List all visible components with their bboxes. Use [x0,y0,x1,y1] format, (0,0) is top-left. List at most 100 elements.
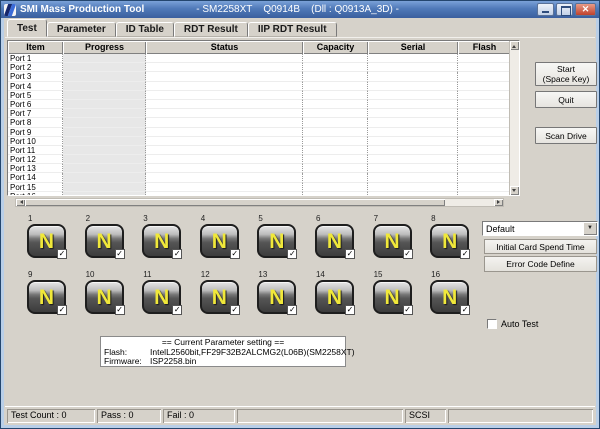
flash-cell [458,145,511,156]
device-slot-8: 8 N ✓ [421,214,479,266]
device-checkbox[interactable]: ✓ [229,249,240,259]
table-row[interactable]: Port 2 [8,63,519,73]
table-row[interactable]: Port 12 [8,155,519,165]
table-vertical-scrollbar[interactable] [509,41,519,195]
table-row[interactable]: Port 1 [8,54,519,64]
device-checkbox[interactable]: ✓ [460,249,471,259]
table-header-row: Item Progress Status Capacity Serial Flash [8,41,519,54]
column-header-progress[interactable]: Progress [63,41,146,54]
nand-device-icon[interactable]: N ✓ [84,224,125,259]
profile-dropdown[interactable]: Default ▼ [482,221,598,236]
flash-cell [458,191,511,195]
device-checkbox[interactable]: ✓ [229,305,240,315]
nand-device-icon[interactable]: N ✓ [314,280,355,315]
close-button[interactable]: ✕ [575,3,596,16]
device-checkbox[interactable]: ✓ [114,249,125,259]
device-checkbox[interactable]: ✓ [57,249,67,259]
nand-device-icon[interactable]: N ✓ [142,280,183,315]
chevron-down-icon[interactable]: ▼ [583,222,597,235]
device-slot-9: 9 N ✓ [18,270,76,322]
minimize-button[interactable] [537,3,554,16]
scroll-down-icon[interactable] [510,186,519,195]
nand-device-icon[interactable]: N ✓ [27,224,67,259]
progress-cell [63,136,146,146]
device-slot-1: 1 N ✓ [18,214,76,266]
status-fail: Fail : 0 [163,408,235,423]
device-checkbox[interactable]: ✓ [460,305,471,315]
nand-device-icon[interactable]: N ✓ [257,224,298,259]
table-row[interactable]: Port 8 [8,118,519,128]
column-header-item[interactable]: Item [8,41,63,54]
scroll-right-icon[interactable] [494,199,503,206]
item-cell: Port 12 [8,155,63,165]
nand-device-icon[interactable]: N ✓ [27,280,67,315]
tab-page-border [5,37,595,38]
scroll-left-icon[interactable] [16,199,25,206]
column-header-serial[interactable]: Serial [368,41,458,54]
table-row[interactable]: Port 11 [8,145,519,156]
device-slot-11: 11 N ✓ [133,270,191,322]
serial-cell [368,109,458,119]
serial-cell [368,155,458,165]
device-checkbox[interactable]: ✓ [402,305,413,315]
nand-device-icon[interactable]: N ✓ [84,280,125,315]
scroll-up-icon[interactable] [510,41,519,50]
scrollbar-track[interactable] [445,199,494,206]
column-header-status[interactable]: Status [146,41,303,54]
table-row[interactable]: Port 5 [8,90,519,100]
initial-card-spend-time-button[interactable]: Initial Card Spend Time [484,239,597,254]
device-checkbox[interactable]: ✓ [287,249,298,259]
tab-rdt-result[interactable]: RDT Result [173,22,248,37]
status-cell [146,191,303,195]
column-header-capacity[interactable]: Capacity [303,41,368,54]
nand-device-icon[interactable]: N ✓ [430,224,471,259]
status-cell [146,72,303,82]
nand-device-icon[interactable]: N ✓ [372,280,413,315]
checkbox-icon[interactable] [487,319,497,329]
device-checkbox[interactable]: ✓ [344,305,355,315]
table-row[interactable]: Port 16 [8,191,519,195]
status-cell [146,164,303,174]
titlebar[interactable]: SMI Mass Production Tool - SM2258XT Q091… [1,1,599,18]
table-row[interactable]: Port 3 [8,72,519,82]
table-row[interactable]: Port 15 [8,182,519,192]
device-checkbox[interactable]: ✓ [287,305,298,315]
nand-device-icon[interactable]: N ✓ [257,280,298,315]
status-cell [146,63,303,73]
tab-test[interactable]: Test [7,19,47,37]
nand-device-icon[interactable]: N ✓ [142,224,183,259]
error-code-define-button[interactable]: Error Code Define [484,256,597,272]
nand-device-icon[interactable]: N ✓ [199,224,240,259]
table-row[interactable]: Port 14 [8,173,519,183]
nand-device-icon[interactable]: N ✓ [314,224,355,259]
device-checkbox[interactable]: ✓ [402,249,413,259]
device-checkbox[interactable]: ✓ [172,305,183,315]
maximize-button[interactable] [556,3,573,16]
table-row[interactable]: Port 10 [8,136,519,146]
table-row[interactable]: Port 4 [8,81,519,91]
table-row[interactable]: Port 6 [8,99,519,110]
device-checkbox[interactable]: ✓ [344,249,355,259]
device-checkbox[interactable]: ✓ [114,305,125,315]
nand-device-icon[interactable]: N ✓ [372,224,413,259]
auto-test-checkbox[interactable]: Auto Test [487,319,538,329]
scrollbar-thumb[interactable] [25,199,445,206]
device-checkbox[interactable]: ✓ [172,249,183,259]
tab-id-table[interactable]: ID Table [115,22,174,37]
tab-iip-rdt-result[interactable]: IIP RDT Result [247,22,337,37]
table-row[interactable]: Port 7 [8,109,519,119]
flash-cell [458,90,511,100]
nand-device-icon[interactable]: N ✓ [199,280,240,315]
scan-drive-button[interactable]: Scan Drive [535,127,597,144]
table-row[interactable]: Port 13 [8,164,519,174]
nand-device-icon[interactable]: N ✓ [430,280,471,315]
tab-parameter[interactable]: Parameter [46,22,116,37]
item-cell: Port 10 [8,136,63,146]
table-row[interactable]: Port 9 [8,127,519,137]
start-button[interactable]: Start (Space Key) [535,62,597,86]
table-horizontal-scrollbar[interactable] [15,198,504,207]
column-header-flash[interactable]: Flash [458,41,511,54]
start-button-label: Start [557,64,575,74]
quit-button[interactable]: Quit [535,91,597,108]
device-checkbox[interactable]: ✓ [57,305,67,315]
